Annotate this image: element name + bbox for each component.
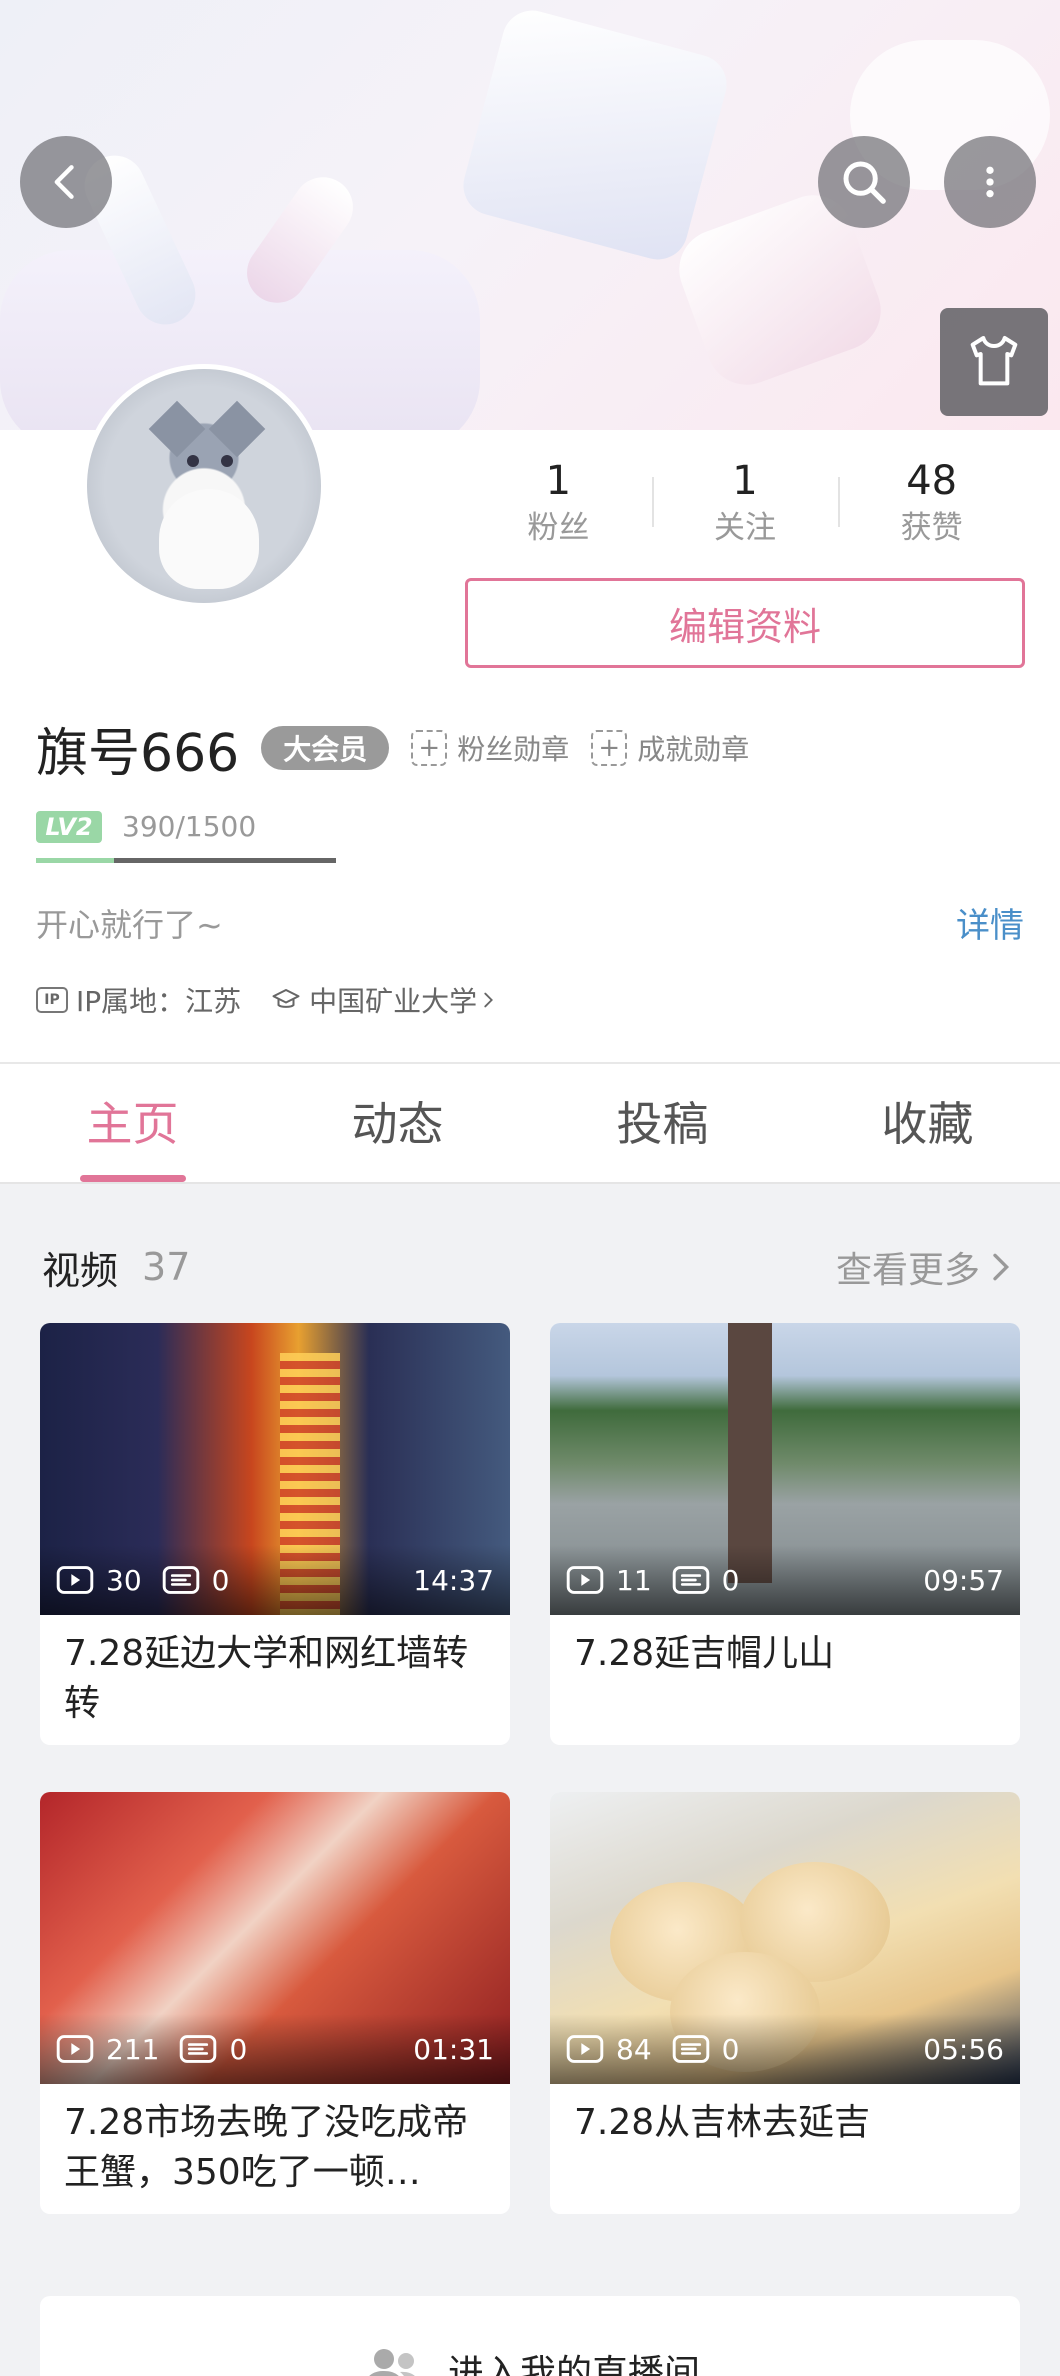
play-count-icon bbox=[566, 1565, 604, 1595]
video-meta: 30 0 14:37 bbox=[40, 1545, 510, 1615]
stat-number: 1 bbox=[732, 458, 758, 504]
school-link[interactable]: 中国矿业大学 bbox=[271, 980, 499, 1020]
tab-uploads[interactable]: 投稿 bbox=[530, 1064, 795, 1182]
stats-row: 1 粉丝 1 关注 48 获赞 bbox=[465, 455, 1025, 555]
chevron-left-icon bbox=[54, 165, 74, 199]
stat-likes[interactable]: 48 获赞 bbox=[838, 455, 1025, 555]
video-card[interactable]: 30 0 14:37 7.28延边大学和网红墙转转 bbox=[40, 1323, 510, 1745]
video-meta: 211 0 01:31 bbox=[40, 2014, 510, 2084]
danmaku-icon bbox=[672, 1565, 710, 1595]
signature: 开心就行了~ bbox=[36, 906, 223, 944]
level-row[interactable]: LV2 390/1500 bbox=[36, 810, 256, 843]
stat-label: 获赞 bbox=[900, 510, 963, 546]
dress-up-button[interactable] bbox=[940, 308, 1048, 416]
section-count: 37 bbox=[142, 1245, 191, 1289]
tab-dynamics[interactable]: 动态 bbox=[265, 1064, 530, 1182]
live-room-entry[interactable]: 进入我的直播间 bbox=[40, 2296, 1020, 2376]
achievement-medal-label: 成就勋章 bbox=[637, 733, 750, 766]
info-row: IP IP属地：江苏 中国矿业大学 bbox=[36, 980, 499, 1020]
video-title: 7.28延吉帽儿山 bbox=[574, 1633, 835, 1674]
detail-link[interactable]: 详情 bbox=[956, 898, 1024, 947]
plus-icon: + bbox=[591, 730, 628, 766]
play-count-icon bbox=[56, 1565, 94, 1595]
danmaku-icon bbox=[672, 2034, 710, 2064]
fan-medal-label: 粉丝勋章 bbox=[457, 733, 570, 766]
chevron-right-icon bbox=[484, 992, 494, 1008]
video-card[interactable]: 11 0 09:57 7.28延吉帽儿山 bbox=[550, 1323, 1020, 1745]
exp-progress-fill bbox=[36, 858, 114, 863]
video-title: 7.28从吉林去延吉 bbox=[574, 2102, 871, 2143]
danmaku-count: 0 bbox=[721, 2032, 740, 2066]
ip-icon: IP bbox=[36, 987, 68, 1013]
play-count: 211 bbox=[106, 2032, 160, 2066]
video-duration: 05:56 bbox=[923, 2032, 1004, 2066]
video-title: 7.28市场去晚了没吃成帝王蟹，350吃了一顿… bbox=[64, 2102, 469, 2193]
edit-profile-button[interactable]: 编辑资料 bbox=[465, 578, 1025, 668]
video-meta: 84 0 05:56 bbox=[550, 2014, 1020, 2084]
achievement-medal-button[interactable]: + 成就勋章 bbox=[591, 728, 749, 768]
more-vertical-icon bbox=[986, 166, 994, 198]
video-duration: 14:37 bbox=[413, 1563, 494, 1597]
ip-location: IP属地：江苏 bbox=[76, 985, 242, 1018]
name-row: 旗号666 大会员 + 粉丝勋章 + 成就勋章 bbox=[36, 708, 749, 788]
search-button[interactable] bbox=[818, 136, 910, 228]
danmaku-count: 0 bbox=[229, 2032, 248, 2066]
video-duration: 01:31 bbox=[413, 2032, 494, 2066]
video-thumbnail: 30 0 14:37 bbox=[40, 1323, 510, 1615]
users-icon bbox=[369, 2349, 415, 2376]
videos-section-header: 视频 37 查看更多 bbox=[42, 1232, 1020, 1302]
play-count: 11 bbox=[616, 1563, 652, 1597]
school-name: 中国矿业大学 bbox=[309, 985, 478, 1018]
danmaku-icon bbox=[179, 2034, 217, 2064]
play-count: 30 bbox=[106, 1563, 142, 1597]
video-title: 7.28延边大学和网红墙转转 bbox=[64, 1633, 469, 1724]
stat-label: 粉丝 bbox=[527, 510, 590, 546]
stat-fans[interactable]: 1 粉丝 bbox=[465, 455, 652, 555]
video-meta: 11 0 09:57 bbox=[550, 1545, 1020, 1615]
section-title: 视频 bbox=[42, 1248, 119, 1293]
danmaku-icon bbox=[162, 1565, 200, 1595]
stat-following[interactable]: 1 关注 bbox=[651, 455, 839, 555]
username: 旗号666 bbox=[36, 723, 240, 784]
exp-progress-bar bbox=[36, 858, 336, 863]
search-icon bbox=[843, 161, 886, 204]
back-button[interactable] bbox=[20, 136, 112, 228]
video-card[interactable]: 211 0 01:31 7.28市场去晚了没吃成帝王蟹，350吃了一顿… bbox=[40, 1792, 510, 2214]
danmaku-count: 0 bbox=[721, 1563, 740, 1597]
stat-number: 1 bbox=[545, 458, 572, 504]
vip-badge[interactable]: 大会员 bbox=[261, 726, 390, 770]
tshirt-icon bbox=[970, 336, 1018, 386]
exp-text: 390/1500 bbox=[122, 810, 257, 843]
live-room-label: 进入我的直播间 bbox=[447, 2353, 700, 2376]
video-card[interactable]: 84 0 05:56 7.28从吉林去延吉 bbox=[550, 1792, 1020, 2214]
play-count: 84 bbox=[616, 2032, 652, 2066]
avatar[interactable] bbox=[82, 364, 326, 608]
stat-label: 关注 bbox=[714, 510, 776, 546]
plus-icon: + bbox=[411, 730, 448, 766]
tab-favorites[interactable]: 收藏 bbox=[795, 1064, 1060, 1182]
view-more-label: 查看更多 bbox=[835, 1250, 980, 1291]
video-duration: 09:57 bbox=[923, 1563, 1004, 1597]
profile-banner bbox=[0, 0, 1060, 430]
tab-home[interactable]: 主页 bbox=[0, 1064, 265, 1182]
video-thumbnail: 11 0 09:57 bbox=[550, 1323, 1020, 1615]
video-thumbnail: 84 0 05:56 bbox=[550, 1792, 1020, 2084]
video-thumbnail: 211 0 01:31 bbox=[40, 1792, 510, 2084]
fan-medal-button[interactable]: + 粉丝勋章 bbox=[411, 728, 569, 768]
profile-tabs: 主页 动态 投稿 收藏 bbox=[0, 1064, 1060, 1184]
danmaku-count: 0 bbox=[211, 1563, 230, 1597]
play-count-icon bbox=[566, 2034, 604, 2064]
play-count-icon bbox=[56, 2034, 94, 2064]
level-badge: LV2 bbox=[36, 810, 102, 843]
chevron-right-icon bbox=[993, 1253, 1010, 1281]
view-more-link[interactable]: 查看更多 bbox=[836, 1241, 1020, 1293]
more-button[interactable] bbox=[944, 136, 1036, 228]
stat-number: 48 bbox=[906, 458, 958, 504]
graduation-cap-icon bbox=[272, 989, 300, 1008]
